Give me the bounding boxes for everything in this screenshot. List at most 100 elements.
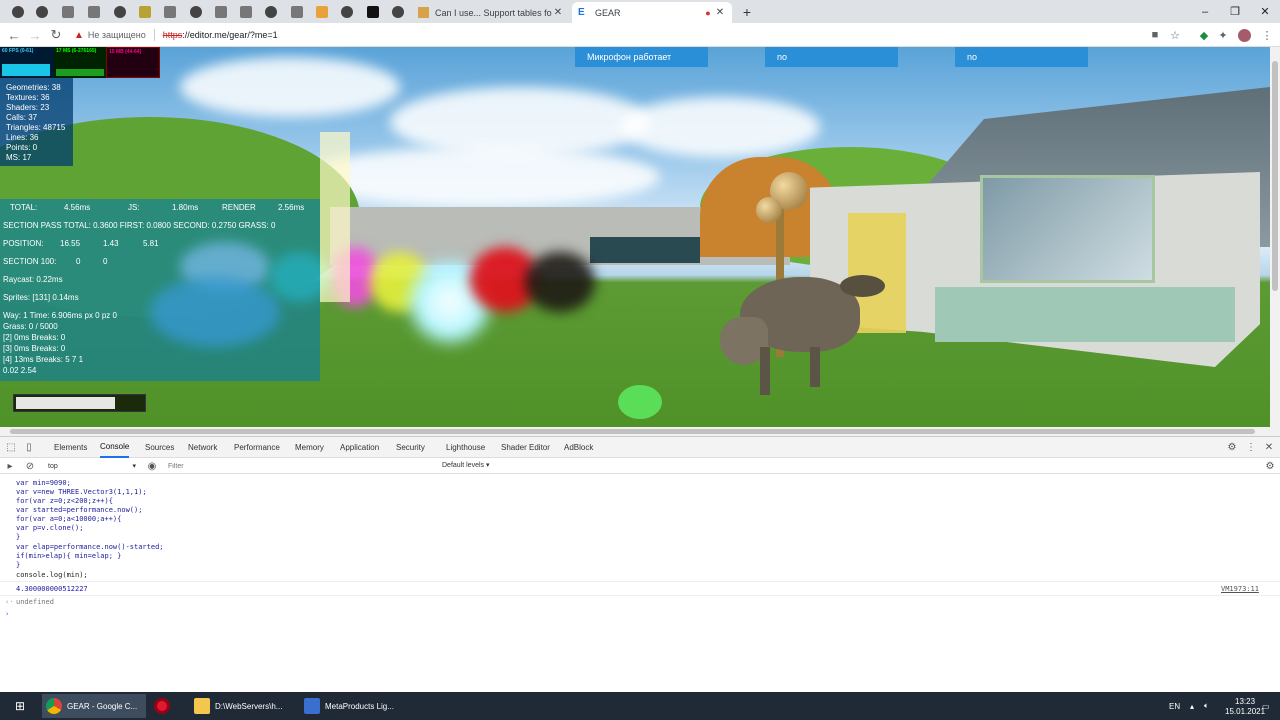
puzzle-icon[interactable]: ✦: [1216, 28, 1230, 42]
pinned-tab-icon[interactable]: [386, 3, 410, 21]
pinned-tab-icon[interactable]: [30, 3, 54, 21]
horizontal-scrollbar[interactable]: [0, 427, 1280, 436]
close-icon[interactable]: ✕: [552, 7, 564, 18]
taskbar-app-chrome[interactable]: GEAR - Google C...: [42, 694, 146, 718]
tab-security[interactable]: Security: [396, 437, 425, 458]
info-line: Textures: 36: [6, 93, 50, 102]
minimize-button[interactable]: –: [1190, 0, 1220, 23]
bookmark-star-icon[interactable]: ☆: [1168, 28, 1182, 42]
console-settings-icon[interactable]: ⚙: [1264, 460, 1276, 472]
pinned-tab-icon[interactable]: [285, 3, 309, 21]
cloud: [620, 97, 820, 157]
pinned-tab-icon[interactable]: [133, 3, 157, 21]
pinned-tab-icon[interactable]: [158, 3, 182, 21]
tab-lighthouse[interactable]: Lighthouse: [446, 437, 485, 458]
maximize-button[interactable]: ❐: [1220, 0, 1250, 23]
eye-icon[interactable]: ◉: [146, 460, 158, 472]
start-button[interactable]: ⊞: [0, 694, 36, 718]
device-toggle-icon[interactable]: ▯: [23, 441, 35, 453]
forward-arrow-icon[interactable]: →: [26, 26, 44, 44]
tab-network[interactable]: Network: [188, 437, 217, 458]
tab-memory[interactable]: Memory: [295, 437, 324, 458]
pinned-tab-icon[interactable]: [56, 3, 80, 21]
tab-caniuse[interactable]: Can I use... Support tables for HT ✕: [412, 2, 570, 23]
security-label[interactable]: Не защищено: [88, 30, 146, 40]
warning-icon[interactable]: ▲: [74, 30, 84, 41]
github-icon[interactable]: [6, 3, 30, 21]
close-window-button[interactable]: ✕: [1250, 0, 1280, 23]
prompt-icon[interactable]: ›: [5, 610, 9, 618]
console-output[interactable]: var min=9090; var v=new THREE.Vector3(1,…: [0, 475, 1280, 693]
taskbar-app-explorer[interactable]: D:\WebServers\h...: [190, 694, 294, 718]
pinned-tab-icon[interactable]: [82, 3, 106, 21]
tab-shader-editor[interactable]: Shader Editor: [501, 437, 550, 458]
renderer-info-panel: Geometries: 38 Textures: 36 Shaders: 23 …: [0, 78, 73, 166]
close-icon[interactable]: ✕: [714, 7, 726, 18]
no-button[interactable]: no: [955, 47, 1088, 67]
lamp-ball: [756, 197, 782, 223]
tray-arrow-icon[interactable]: ▴: [1190, 692, 1194, 720]
pinned-tab-icon[interactable]: [310, 3, 334, 21]
inspect-icon[interactable]: ⬚: [5, 441, 17, 453]
tab-performance[interactable]: Performance: [234, 437, 280, 458]
github-icon[interactable]: [259, 3, 283, 21]
log-levels-dropdown[interactable]: Default levels ▾: [442, 461, 489, 469]
taskbar-app-metaproducts[interactable]: MetaProducts Lig...: [300, 694, 404, 718]
webgl-canvas[interactable]: 60 FPS (0-61) 17 MS (6-276165) 15 MB (44…: [0, 47, 1270, 427]
clock-time[interactable]: 13:23: [1235, 696, 1255, 706]
log-value: 4.300000000512227: [16, 585, 88, 593]
pinned-tab-icon[interactable]: [361, 3, 385, 21]
settings-gear-icon[interactable]: ⚙: [1226, 441, 1238, 453]
sidebar-toggle-icon[interactable]: ▸: [4, 460, 16, 472]
reload-icon[interactable]: ↻: [47, 26, 65, 44]
fps-panel[interactable]: 60 FPS (0-61): [0, 47, 54, 78]
language-indicator[interactable]: EN: [1169, 692, 1180, 720]
back-arrow-icon[interactable]: ←: [5, 26, 23, 44]
tab-sources[interactable]: Sources: [145, 437, 174, 458]
vertical-scrollbar[interactable]: [1270, 47, 1280, 427]
fps-label: 60 FPS (0-61): [2, 48, 34, 54]
total-value: 4.56ms: [64, 203, 91, 212]
address-bar[interactable]: ▲ Не защищено https ://editor.me/gear/?m…: [74, 25, 1134, 45]
menu-dots-icon[interactable]: ⋮: [1260, 28, 1274, 42]
taskbar-app-opera[interactable]: [150, 694, 186, 718]
avatar[interactable]: [1237, 28, 1251, 42]
section100-b: 0: [103, 257, 108, 266]
black-smoke-particle: [525, 252, 595, 312]
tab-console[interactable]: Console: [100, 437, 130, 458]
clear-console-icon[interactable]: ⊘: [24, 460, 36, 472]
context-selector[interactable]: top ▾: [46, 460, 136, 472]
tab-elements[interactable]: Elements: [54, 437, 87, 458]
tab-adblock[interactable]: AdBlock: [564, 437, 593, 458]
volume-icon[interactable]: 🔈︎: [1204, 692, 1209, 720]
close-icon[interactable]: ✕: [1263, 441, 1275, 453]
tab-application[interactable]: Application: [340, 437, 379, 458]
ms-panel[interactable]: 17 MS (6-276165): [54, 47, 106, 78]
notifications-icon[interactable]: ▭: [1262, 692, 1270, 720]
pinned-tab-icon[interactable]: [209, 3, 233, 21]
github-icon[interactable]: [335, 3, 359, 21]
info-line: Shaders: 23: [6, 103, 50, 112]
mb-panel[interactable]: 15 MB (44-64): [106, 47, 160, 78]
opera-icon: [154, 698, 170, 714]
code-line: var p=v.clone();: [16, 524, 84, 532]
pinned-tab-icon[interactable]: [184, 3, 208, 21]
section100-label: SECTION 100:: [3, 257, 57, 266]
scrollbar-thumb[interactable]: [1272, 61, 1278, 291]
clock-date[interactable]: 15.01.2021: [1225, 706, 1265, 716]
log-source-link[interactable]: VM1973:11: [1221, 585, 1259, 593]
gear-site-icon: E: [578, 7, 585, 18]
pinned-tab-icon[interactable]: [108, 3, 132, 21]
scrollbar-thumb[interactable]: [10, 429, 1255, 434]
camera-icon[interactable]: ■: [1148, 28, 1162, 42]
extension-icon[interactable]: ◆: [1197, 28, 1211, 42]
way-line: [3] 0ms Breaks: 0: [3, 344, 66, 353]
new-tab-button[interactable]: +: [735, 3, 759, 21]
more-options-icon[interactable]: ⋮: [1245, 441, 1257, 453]
tab-gear[interactable]: E GEAR ● ✕: [572, 2, 732, 23]
pinned-tab-icon[interactable]: [234, 3, 258, 21]
no-button[interactable]: no: [765, 47, 898, 67]
microphone-status-button[interactable]: Микрофон работает: [575, 47, 708, 67]
filter-input[interactable]: [168, 460, 436, 472]
total-label: TOTAL:: [10, 203, 38, 212]
